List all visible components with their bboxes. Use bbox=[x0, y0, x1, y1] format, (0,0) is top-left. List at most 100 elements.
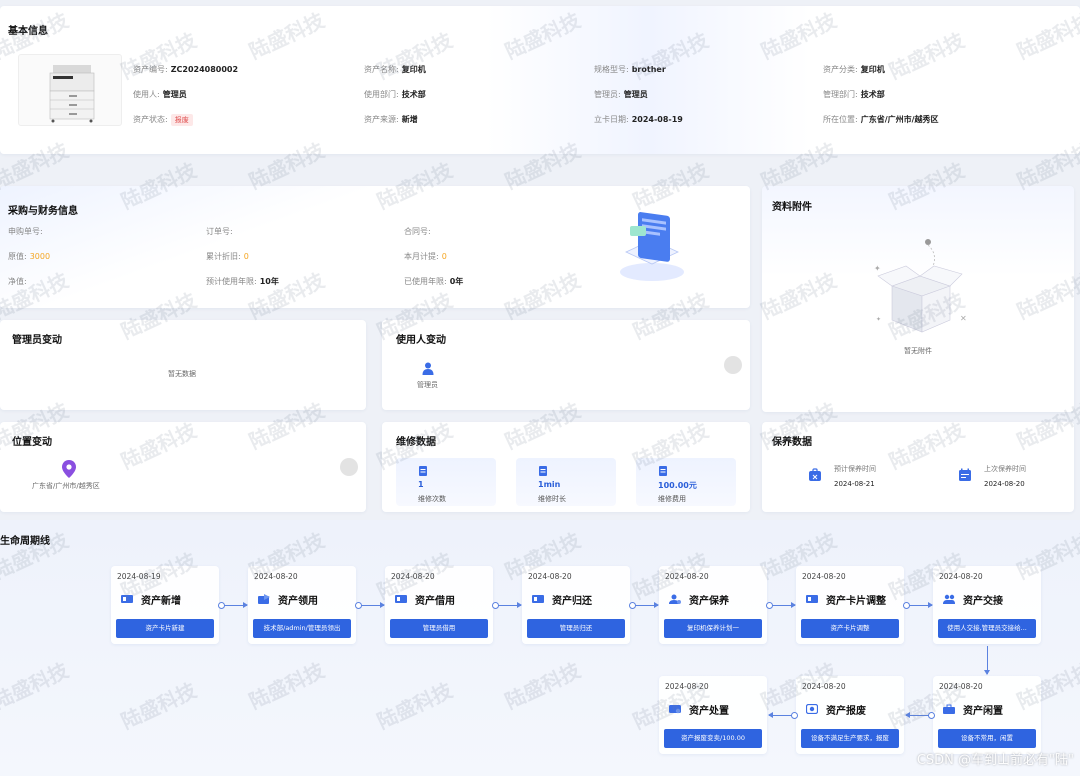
node-date: 2024-08-20 bbox=[254, 572, 298, 581]
location-pin-icon bbox=[62, 460, 76, 478]
node-date: 2024-08-20 bbox=[939, 572, 983, 581]
location-change-card: 位置变动 广东省/广州市/越秀区 bbox=[0, 422, 366, 512]
basic-field: 管理部门: 技术部 bbox=[823, 89, 885, 100]
calendar-icon bbox=[959, 468, 971, 481]
field-label: 资产名称: bbox=[364, 65, 399, 74]
purchase-field: 本月计提: 0 bbox=[404, 251, 447, 262]
flow-arrow bbox=[766, 602, 796, 609]
user-change-title: 使用人变动 bbox=[396, 335, 446, 346]
admin-change-card: 管理员变动 暂无数据 bbox=[0, 320, 366, 410]
node-name: 资产领用 bbox=[278, 596, 318, 607]
svg-text:✕: ✕ bbox=[960, 314, 967, 323]
node-action-button[interactable]: 使用人交接,管理员交接给... bbox=[938, 619, 1036, 638]
field-label: 已使用年限: bbox=[404, 277, 447, 286]
repair-data-title: 维修数据 bbox=[396, 437, 436, 448]
scroll-dot[interactable] bbox=[340, 458, 358, 476]
node-action-button[interactable]: 资产卡片调整 bbox=[801, 619, 899, 638]
field-label: 资产来源: bbox=[364, 115, 399, 124]
field-label: 立卡日期: bbox=[594, 115, 629, 124]
flow-arrow bbox=[218, 602, 248, 609]
basic-field: 使用人: 管理员 bbox=[133, 89, 187, 100]
purchase-field: 净值: bbox=[8, 276, 30, 287]
field-label: 使用人: bbox=[133, 90, 160, 99]
field-value: 复印机 bbox=[401, 65, 426, 74]
last-maintenance-value: 2024-08-20 bbox=[984, 480, 1025, 488]
node-action-button[interactable]: 复印机保养计划一 bbox=[664, 619, 762, 638]
field-value: 复印机 bbox=[860, 65, 885, 74]
field-label: 本月计提: bbox=[404, 252, 439, 261]
flow-arrow bbox=[492, 602, 522, 609]
lifecycle-node: 2024-08-19 资产新增资产卡片新建 bbox=[111, 566, 219, 644]
purchase-field: 已使用年限: 0年 bbox=[404, 276, 463, 287]
lifecycle-node: 2024-08-20 资产交接使用人交接,管理员交接给... bbox=[933, 566, 1041, 644]
basic-field: 规格型号: brother bbox=[594, 64, 666, 75]
purchase-field: 合同号: bbox=[404, 226, 434, 237]
svg-text:✦: ✦ bbox=[876, 316, 881, 323]
csdn-credit: CSDN @车到山前必有"陆" bbox=[916, 753, 1074, 768]
node-action-button[interactable]: 管理员借用 bbox=[390, 619, 488, 638]
flow-arrow bbox=[768, 712, 798, 719]
purchase-finance-title: 采购与财务信息 bbox=[8, 206, 78, 217]
field-label: 管理员: bbox=[594, 90, 621, 99]
flow-arrow bbox=[355, 602, 385, 609]
lifecycle-node: 2024-08-20 资产归还 管理员归还 bbox=[522, 566, 630, 644]
flow-arrow bbox=[629, 602, 659, 609]
repair-data-card: 维修数据 1 维修次数 1min 维修时长 100.00元 维修费用 bbox=[382, 422, 750, 512]
user-change-card: 使用人变动 管理员 bbox=[382, 320, 750, 410]
receive-icon bbox=[258, 594, 270, 604]
node-name: 资产报废 bbox=[826, 706, 866, 717]
field-label: 申购单号: bbox=[8, 227, 43, 236]
field-value: ZC2024080002 bbox=[170, 65, 239, 74]
field-value: 0年 bbox=[449, 277, 464, 286]
field-value: 技术部 bbox=[860, 90, 885, 99]
lifecycle-node: 2024-08-20 资产领用技术部/admin/管理员领出 bbox=[248, 566, 356, 644]
finance-illustration-icon bbox=[620, 212, 684, 281]
maintain-icon bbox=[669, 594, 681, 604]
flow-arrow bbox=[903, 602, 933, 609]
field-label: 合同号: bbox=[404, 227, 431, 236]
lifecycle-node: 2024-08-20 资产处置 资产报废变卖/100.00 bbox=[659, 676, 767, 754]
handover-icon bbox=[943, 594, 955, 604]
lifecycle-node: 2024-08-20 资产卡片调整 资产卡片调整 bbox=[796, 566, 904, 644]
adjust-icon bbox=[806, 595, 818, 603]
asset-image bbox=[18, 54, 122, 126]
basic-field: 资产来源: 新增 bbox=[364, 114, 418, 125]
last-maintenance-label: 上次保养时间 bbox=[984, 465, 1026, 473]
attachments-title: 资料附件 bbox=[772, 202, 812, 213]
node-name: 资产交接 bbox=[963, 596, 1003, 607]
node-action-button[interactable]: 技术部/admin/管理员领出 bbox=[253, 619, 351, 638]
scrap-icon bbox=[806, 704, 818, 714]
purchase-field: 原值: 3000 bbox=[8, 251, 50, 262]
field-value: 管理员 bbox=[623, 90, 648, 99]
node-action-button[interactable]: 资产报废变卖/100.00 bbox=[664, 729, 762, 748]
node-action-button[interactable]: 管理员归还 bbox=[527, 619, 625, 638]
lifecycle-node: 2024-08-20 资产保养复印机保养计划一 bbox=[659, 566, 767, 644]
repair-count-value: 1 bbox=[418, 480, 424, 489]
node-date: 2024-08-20 bbox=[665, 572, 709, 581]
node-action-button[interactable]: 设备不常用，闲置 bbox=[938, 729, 1036, 748]
scroll-dot[interactable] bbox=[724, 356, 742, 374]
node-name: 资产新增 bbox=[141, 596, 181, 607]
node-date: 2024-08-19 bbox=[117, 572, 161, 581]
field-value: 0 bbox=[441, 252, 447, 261]
node-action-button[interactable]: 设备不满足生产要求，报废 bbox=[801, 729, 899, 748]
field-label: 累计折旧: bbox=[206, 252, 241, 261]
field-label: 使用部门: bbox=[364, 90, 399, 99]
node-name: 资产卡片调整 bbox=[826, 596, 886, 607]
next-maintenance-label: 预计保养时间 bbox=[834, 465, 876, 473]
user-change-person: 管理员 bbox=[417, 381, 438, 389]
field-value: 广东省/广州市/越秀区 bbox=[860, 115, 939, 124]
node-date: 2024-08-20 bbox=[528, 572, 572, 581]
field-label: 订单号: bbox=[206, 227, 233, 236]
svg-text:✦: ✦ bbox=[874, 264, 881, 273]
repair-count-label: 维修次数 bbox=[418, 495, 446, 503]
node-name: 资产保养 bbox=[689, 596, 729, 607]
field-value: 技术部 bbox=[401, 90, 426, 99]
idle-icon bbox=[943, 704, 955, 714]
repair-doc-icon bbox=[539, 466, 547, 476]
repair-cost-label: 维修费用 bbox=[658, 495, 686, 503]
repair-duration-stat: 1min 维修时长 bbox=[516, 458, 616, 506]
node-action-button[interactable]: 资产卡片新建 bbox=[116, 619, 214, 638]
attachments-card: 资料附件 ✦ ✕ ✦ 暂无附件 bbox=[762, 186, 1074, 412]
node-date: 2024-08-20 bbox=[802, 682, 846, 691]
